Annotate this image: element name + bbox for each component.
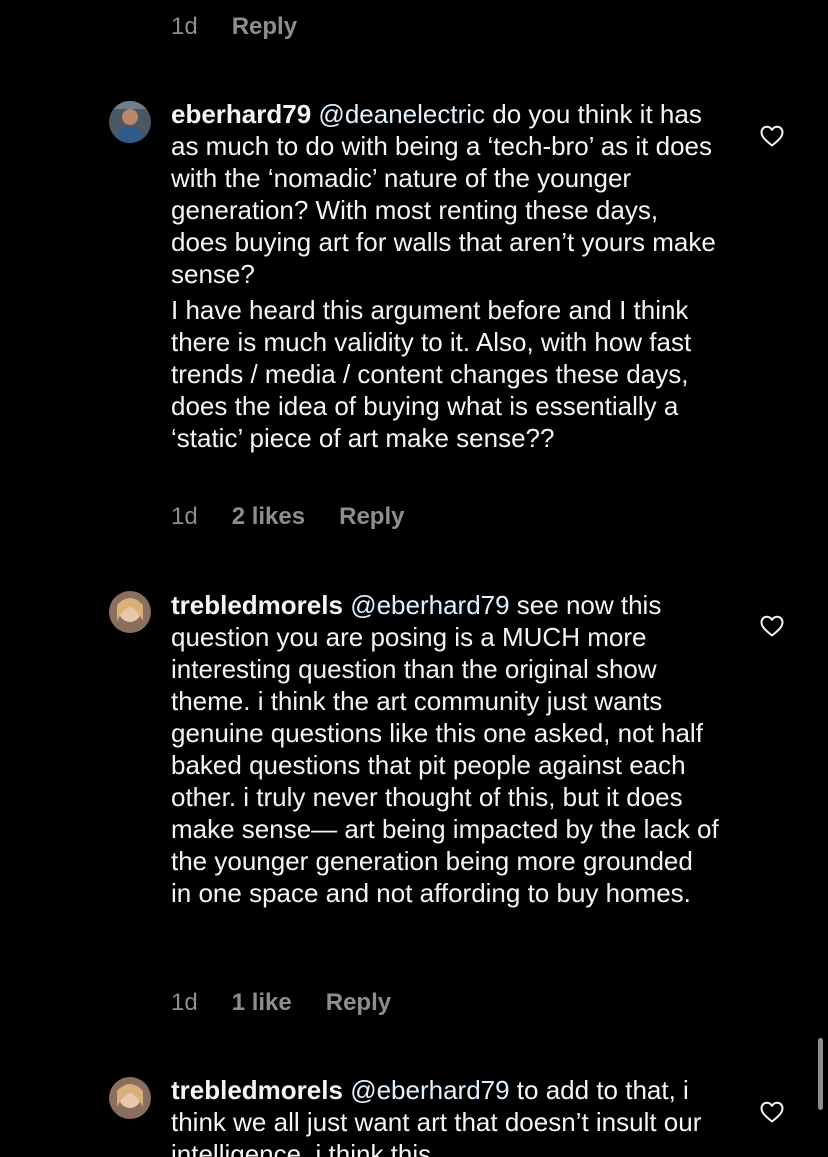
comment-mention[interactable]: @eberhard79 bbox=[350, 590, 509, 620]
reply-button[interactable]: Reply bbox=[326, 989, 391, 1017]
comment-text: trebledmorels @eberhard79 see now this q… bbox=[171, 589, 719, 909]
comment-age: 1d bbox=[171, 503, 198, 530]
comment-text: eberhard79 @deanelectric do you think it… bbox=[171, 98, 719, 454]
avatar[interactable] bbox=[109, 101, 151, 143]
heart-outline-icon[interactable] bbox=[760, 1101, 784, 1123]
comment-meta-row: 1d 1 like Reply bbox=[171, 989, 391, 1017]
comment-text: trebledmorels @eberhard79 to add to that… bbox=[171, 1074, 719, 1157]
comment-age: 1d bbox=[171, 13, 198, 40]
reply-button[interactable]: Reply bbox=[232, 13, 297, 41]
heart-outline-icon[interactable] bbox=[760, 125, 784, 147]
comment-age: 1d bbox=[171, 989, 198, 1016]
comment-paragraph: see now this question you are posing is … bbox=[171, 590, 719, 908]
comment-mention[interactable]: @deanelectric bbox=[318, 99, 485, 129]
comment-likes-count[interactable]: 2 likes bbox=[232, 503, 305, 531]
comment-mention[interactable]: @eberhard79 bbox=[350, 1075, 509, 1105]
avatar[interactable] bbox=[109, 591, 151, 633]
comment-paragraph: I have heard this argument before and I … bbox=[171, 295, 692, 453]
comment-username[interactable]: eberhard79 bbox=[171, 99, 311, 129]
heart-outline-icon[interactable] bbox=[760, 615, 784, 637]
comments-screen: 1d Reply eberhard79 @deanelectric do you… bbox=[0, 0, 828, 1157]
comment-likes-count[interactable]: 1 like bbox=[232, 989, 292, 1017]
comment-meta-row: 1d Reply bbox=[171, 13, 297, 41]
avatar[interactable] bbox=[109, 1077, 151, 1119]
comment-username[interactable]: trebledmorels bbox=[171, 590, 343, 620]
scrollbar[interactable] bbox=[818, 1038, 823, 1110]
comment-meta-row: 1d 2 likes Reply bbox=[171, 503, 404, 531]
reply-button[interactable]: Reply bbox=[339, 503, 404, 531]
comment-username[interactable]: trebledmorels bbox=[171, 1075, 343, 1105]
